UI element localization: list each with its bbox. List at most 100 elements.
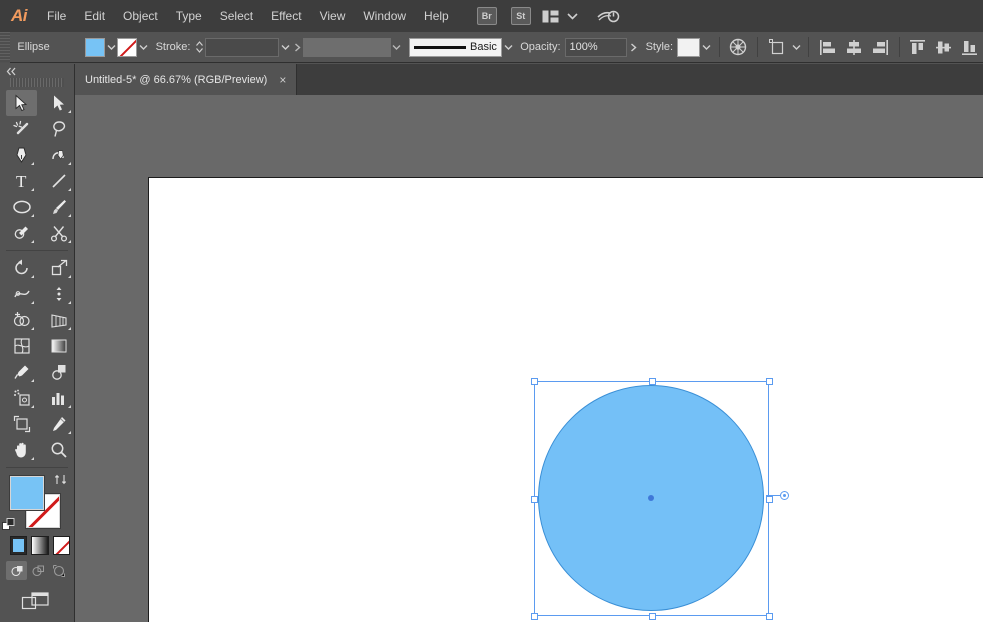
- swap-fill-stroke-icon[interactable]: [53, 472, 68, 487]
- menu-bar: Ai File Edit Object Type Select Effect V…: [0, 0, 983, 32]
- symbol-sprayer-tool[interactable]: [6, 385, 37, 411]
- collapse-panel-icon[interactable]: [0, 64, 74, 78]
- handle-bottom-right[interactable]: [766, 613, 773, 620]
- artboard-tool[interactable]: [6, 411, 37, 437]
- zoom-tool[interactable]: [43, 437, 74, 463]
- handle-top-left[interactable]: [531, 378, 538, 385]
- arrange-documents-icon[interactable]: [542, 10, 559, 23]
- stroke-options-caret-icon[interactable]: [291, 38, 303, 57]
- align-top-icon[interactable]: [909, 37, 929, 57]
- stock-icon[interactable]: St: [510, 7, 531, 25]
- tools-panel-grip[interactable]: [10, 78, 64, 87]
- opacity-options-caret-icon[interactable]: [627, 38, 639, 57]
- handle-top-center[interactable]: [649, 378, 656, 385]
- transform-caret-icon[interactable]: [790, 38, 802, 57]
- document-tab[interactable]: Untitled-5* @ 66.67% (RGB/Preview) ×: [75, 64, 298, 95]
- shape-builder-tool[interactable]: [6, 307, 37, 333]
- pie-widget-handle[interactable]: [780, 491, 789, 500]
- control-bar-divider-4: [898, 37, 900, 57]
- scale-tool[interactable]: [43, 255, 74, 281]
- draw-behind-mode-button[interactable]: [27, 561, 48, 580]
- color-fill-mode-button[interactable]: [10, 536, 28, 555]
- stroke-weight-label: Stroke:: [155, 41, 191, 53]
- workspace-switcher-icon[interactable]: [596, 7, 620, 26]
- draw-inside-mode-button[interactable]: [48, 561, 69, 580]
- shaper-pencil-tool[interactable]: [6, 220, 37, 246]
- stroke-weight-caret-icon[interactable]: [279, 38, 291, 57]
- slice-tool[interactable]: [43, 411, 74, 437]
- hand-tool[interactable]: [6, 437, 37, 463]
- fill-proxy-swatch[interactable]: [10, 476, 44, 510]
- gradient-tool[interactable]: [43, 333, 74, 359]
- stroke-color-swatch[interactable]: [117, 37, 138, 57]
- bridge-icon[interactable]: Br: [476, 7, 497, 25]
- handle-bottom-left[interactable]: [531, 613, 538, 620]
- line-segment-tool[interactable]: [43, 168, 74, 194]
- direct-selection-tool[interactable]: [43, 90, 74, 116]
- stroke-weight-input[interactable]: [204, 37, 279, 57]
- align-right-icon[interactable]: [870, 37, 890, 57]
- variable-width-profile-dropdown[interactable]: [303, 37, 391, 57]
- blend-tool[interactable]: [43, 359, 74, 385]
- opacity-input[interactable]: 100%: [564, 37, 628, 57]
- handle-middle-left[interactable]: [531, 496, 538, 503]
- rotate-tool[interactable]: [6, 255, 37, 281]
- scissors-eraser-tool[interactable]: [43, 220, 74, 246]
- mesh-tool[interactable]: [6, 333, 37, 359]
- default-fill-stroke-icon[interactable]: [2, 518, 16, 532]
- eyedropper-tool[interactable]: [6, 359, 37, 385]
- type-tool[interactable]: T: [6, 168, 37, 194]
- gradient-fill-mode-button[interactable]: [31, 536, 49, 555]
- artboard[interactable]: [148, 177, 983, 622]
- fill-color-swatch[interactable]: [85, 37, 106, 57]
- none-fill-mode-button[interactable]: [52, 536, 70, 555]
- menu-select[interactable]: Select: [211, 0, 262, 32]
- pie-angle-widget[interactable]: [766, 491, 789, 500]
- menu-window[interactable]: Window: [354, 0, 415, 32]
- free-transform-tool[interactable]: [43, 281, 74, 307]
- align-horizontal-center-icon[interactable]: [844, 37, 864, 57]
- menu-object[interactable]: Object: [114, 0, 167, 32]
- control-bar-grip[interactable]: [0, 31, 11, 63]
- align-bottom-icon[interactable]: [960, 37, 980, 57]
- stroke-color-caret-icon[interactable]: [137, 38, 149, 57]
- change-screen-mode-button[interactable]: [0, 590, 74, 614]
- close-icon[interactable]: ×: [276, 73, 289, 87]
- selection-tool[interactable]: [6, 90, 37, 116]
- recolor-artwork-icon[interactable]: [729, 37, 749, 57]
- tools-divider-2: [6, 467, 68, 468]
- paintbrush-tool[interactable]: [43, 194, 74, 220]
- menu-help[interactable]: Help: [415, 0, 458, 32]
- fill-color-caret-icon[interactable]: [105, 38, 117, 57]
- stroke-weight-stepper[interactable]: [194, 38, 204, 57]
- align-left-icon[interactable]: [818, 37, 838, 57]
- menu-view[interactable]: View: [311, 0, 355, 32]
- draw-normal-mode-button[interactable]: [6, 561, 27, 580]
- document-canvas-area[interactable]: [75, 95, 983, 622]
- width-warp-tool[interactable]: [6, 281, 37, 307]
- handle-bottom-center[interactable]: [649, 613, 656, 620]
- graphic-style-swatch[interactable]: [677, 37, 701, 57]
- menu-type[interactable]: Type: [167, 0, 211, 32]
- arrange-documents-caret-icon[interactable]: [567, 12, 578, 20]
- curvature-tool[interactable]: [43, 142, 74, 168]
- lasso-tool[interactable]: [43, 116, 74, 142]
- graphic-style-caret-icon[interactable]: [700, 38, 712, 57]
- menu-file[interactable]: File: [38, 0, 75, 32]
- document-tab-bar: Untitled-5* @ 66.67% (RGB/Preview) ×: [75, 64, 983, 95]
- brush-definition-stroke-preview: [413, 44, 466, 51]
- column-graph-tool[interactable]: [43, 385, 74, 411]
- menu-edit[interactable]: Edit: [75, 0, 114, 32]
- brush-definition-dropdown[interactable]: Basic: [408, 37, 502, 57]
- handle-top-right[interactable]: [766, 378, 773, 385]
- variable-width-profile-caret-icon[interactable]: [391, 38, 403, 57]
- menu-effect[interactable]: Effect: [262, 0, 310, 32]
- perspective-grid-tool[interactable]: [43, 307, 74, 333]
- magic-wand-tool[interactable]: [6, 116, 37, 142]
- tools-grid-1: T: [0, 90, 74, 246]
- ellipse-tool[interactable]: [6, 194, 37, 220]
- brush-definition-caret-icon[interactable]: [502, 38, 514, 57]
- pen-tool[interactable]: [6, 142, 37, 168]
- align-vertical-center-icon[interactable]: [934, 37, 954, 57]
- transform-icon[interactable]: [767, 37, 787, 57]
